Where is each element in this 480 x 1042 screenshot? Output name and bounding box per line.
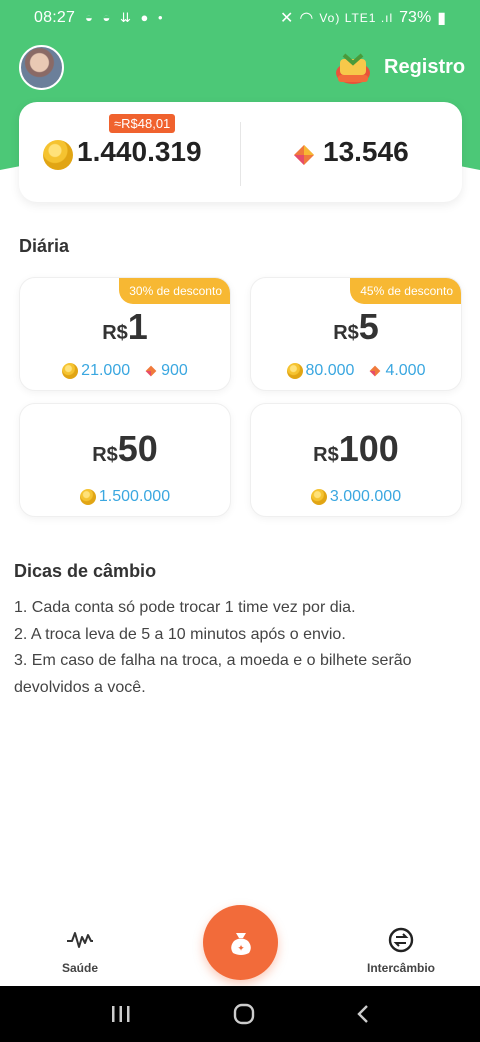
nav-health-label: Saúde xyxy=(61,961,98,975)
coin-balance: 1.440.319 xyxy=(77,136,202,167)
package-price: R$1 xyxy=(20,306,230,348)
ticket-reward: 900 xyxy=(144,362,188,380)
register-button[interactable]: Registro xyxy=(384,56,465,79)
coin-amount: 3.000.000 xyxy=(329,488,402,505)
center-action-button[interactable]: ✦ xyxy=(203,905,278,980)
package-rewards: 3.000.000 xyxy=(251,488,461,506)
wifi-icon: ◠ xyxy=(299,10,314,27)
coin-icon xyxy=(43,140,73,170)
price-amount: 1 xyxy=(127,306,148,347)
coin-icon xyxy=(79,489,96,505)
coin-amount: 1.500.000 xyxy=(98,488,171,505)
signal-icon: Vo) LTE1 .ıl xyxy=(319,11,394,25)
package-card-1[interactable]: 30% de desconto R$1 21.000 900 xyxy=(19,277,231,391)
status-time: 08:27 xyxy=(34,9,76,26)
ticket-amount: 900 xyxy=(161,362,188,379)
currency-label: R$ xyxy=(102,322,128,344)
coin-amount: 21.000 xyxy=(81,362,131,379)
bottom-nav: Saúde ✦ Intercâmbio xyxy=(0,905,480,985)
coin-amount: 80.000 xyxy=(305,362,355,379)
ticket-balance: 13.546 xyxy=(323,136,409,167)
coin-icon xyxy=(286,363,303,379)
tip-line: 1. Cada conta só pode trocar 1 time vez … xyxy=(14,599,356,616)
coin-reward: 21.000 xyxy=(62,362,130,380)
coin-brl-badge: ≈R$48,01 xyxy=(109,114,176,133)
price-amount: 50 xyxy=(117,428,158,469)
coin-icon xyxy=(310,489,327,505)
coin-reward: 3.000.000 xyxy=(310,488,402,506)
recent-apps-icon[interactable] xyxy=(110,1004,132,1024)
ticket-reward: 4.000 xyxy=(368,362,425,380)
tips-title: Dicas de câmbio xyxy=(14,561,157,581)
back-icon[interactable] xyxy=(356,1003,370,1025)
daily-title: Diária xyxy=(19,236,70,256)
tip-line: 2. A troca leva de 5 a 10 minutos após o… xyxy=(14,625,346,643)
package-price: R$100 xyxy=(251,428,461,470)
tips-list: 1. Cada conta só pode trocar 1 time vez … xyxy=(14,595,466,701)
discount-badge: 45% de desconto xyxy=(350,278,461,304)
avatar[interactable] xyxy=(19,45,64,90)
money-bag-icon: ✦ xyxy=(230,932,251,955)
coin-reward: 80.000 xyxy=(286,362,355,380)
status-bar: 08:27 ◒ ◒ ⇊ ● • ✕ ◠ Vo) LTE1 .ıl 73% ▮ xyxy=(0,0,480,36)
battery-level: 73% xyxy=(399,9,432,26)
system-nav-bar xyxy=(0,986,480,1042)
coin-reward: 1.500.000 xyxy=(79,488,171,506)
price-amount: 5 xyxy=(358,306,379,347)
package-rewards: 1.500.000 xyxy=(20,488,230,506)
notification-icons: ◒ ◒ ⇊ ● • xyxy=(85,10,166,25)
tip-line: 3. Em caso de falha na troca, a moeda e … xyxy=(14,652,412,696)
coin-icon xyxy=(62,363,79,379)
price-amount: 100 xyxy=(338,428,399,469)
package-rewards: 21.000 900 xyxy=(20,362,230,380)
package-rewards: 80.000 4.000 xyxy=(251,362,461,380)
status-right: ✕ ◠ Vo) LTE1 .ıl 73% ▮ xyxy=(280,8,446,28)
balance-divider xyxy=(240,122,241,186)
package-price: R$5 xyxy=(251,306,461,348)
svg-text:✦: ✦ xyxy=(237,944,245,954)
mute-icon: ✕ xyxy=(279,10,294,27)
ticket-icon xyxy=(370,365,381,377)
ticket-icon xyxy=(145,365,157,377)
discount-badge: 30% de desconto xyxy=(119,278,230,304)
package-card-100[interactable]: R$100 3.000.000 xyxy=(250,403,462,517)
nav-health[interactable]: Saúde xyxy=(20,927,140,975)
nav-exchange[interactable]: Intercâmbio xyxy=(341,927,461,975)
ticket-icon xyxy=(294,145,314,165)
package-card-5[interactable]: 45% de desconto R$5 80.000 4.000 xyxy=(250,277,462,391)
ticket-amount: 4.000 xyxy=(385,362,426,379)
currency-label: R$ xyxy=(313,444,339,466)
currency-label: R$ xyxy=(92,444,118,466)
package-card-50[interactable]: R$50 1.500.000 xyxy=(19,403,231,517)
exchange-screen: 08:27 ◒ ◒ ⇊ ● • ✕ ◠ Vo) LTE1 .ıl 73% ▮ R… xyxy=(0,0,480,1042)
exchange-icon xyxy=(388,927,414,953)
gift-icon[interactable] xyxy=(334,51,372,87)
currency-label: R$ xyxy=(333,322,359,344)
nav-exchange-label: Intercâmbio xyxy=(366,961,435,975)
package-price: R$50 xyxy=(20,428,230,470)
home-icon[interactable] xyxy=(232,1002,256,1026)
balance-card: 1.440.319 ≈R$48,01 13.546 xyxy=(19,102,462,202)
pulse-icon xyxy=(67,932,93,948)
battery-icon: ▮ xyxy=(437,10,446,27)
